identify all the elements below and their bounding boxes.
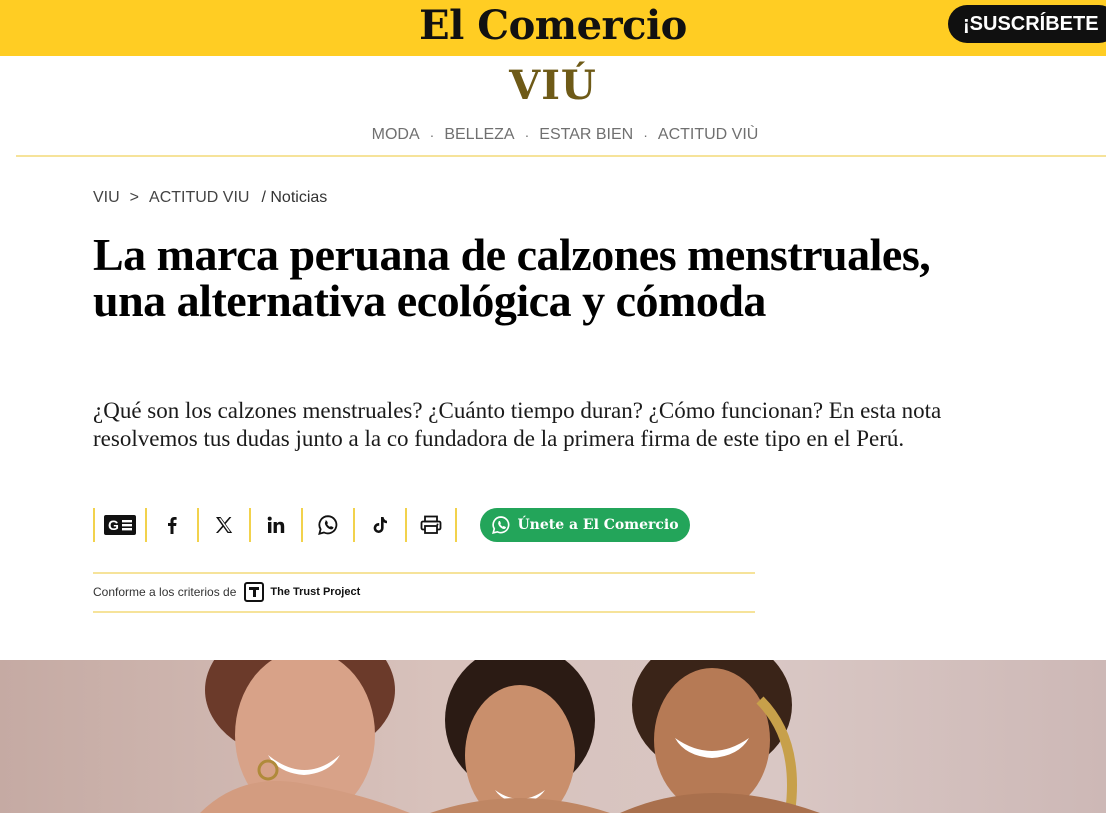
section-nav-belleza[interactable]: BELLEZA [440,126,518,144]
google-news-icon: G [104,515,136,535]
join-label: Únete a El Comercio [517,517,679,533]
x-share-button[interactable] [197,508,249,542]
trust-prefix: Conforme a los criterios de [93,585,237,599]
share-bar: G [93,508,457,542]
nav-separator: · [524,127,530,143]
google-news-button[interactable]: G [93,508,145,542]
trust-divider-bottom [93,611,755,613]
article-summary: ¿Qué son los calzones menstruales? ¿Cuán… [93,398,942,451]
linkedin-share-button[interactable] [249,508,301,542]
print-button[interactable] [405,508,457,542]
trust-project-icon [244,582,265,602]
section-divider [16,155,1106,157]
breadcrumb: VIU > ACTITUD VIU / Noticias [93,189,327,207]
article-headline: La marca peruana de calzones menstruales… [93,229,931,326]
svg-text:G: G [108,517,119,533]
trust-divider-top [93,572,755,574]
nav-separator: · [429,127,435,143]
tiktok-icon [373,517,387,533]
breadcrumb-actitud-viu[interactable]: ACTITUD VIU [149,189,249,207]
whatsapp-icon [318,515,338,535]
hero-photo-placeholder [200,660,820,813]
subscribe-button[interactable]: ¡SUSCRÍBETE [948,5,1106,43]
join-whatsapp-button[interactable]: Únete a El Comercio [480,508,690,542]
tiktok-share-button[interactable] [353,508,405,542]
section-nav-moda[interactable]: MODA [368,126,424,144]
linkedin-icon [267,516,285,533]
section-nav-actitud-viu[interactable]: ACTITUD VIÙ [654,126,762,144]
trust-project-bar[interactable]: Conforme a los criterios de The Trust Pr… [93,580,360,604]
breadcrumb-viu[interactable]: VIU [93,189,120,207]
section-logo[interactable]: VIÚ [0,62,1106,109]
brand-logo[interactable]: El Comercio [0,0,1106,56]
whatsapp-icon [492,516,510,535]
section-nav-estar-bien[interactable]: ESTAR BIEN [535,126,637,144]
article-hero-image [0,660,1106,813]
whatsapp-share-button[interactable] [301,508,353,542]
breadcrumb-separator: > [129,189,140,206]
trust-project-name: The Trust Project [270,586,361,598]
facebook-share-button[interactable] [145,508,197,542]
section-nav: MODA · BELLEZA · ESTAR BIEN · ACTITUD VI… [0,126,1106,144]
nav-separator: · [643,127,648,143]
print-icon [420,515,442,534]
breadcrumb-current: / Noticias [261,189,328,206]
x-icon [216,517,233,533]
top-header-bar: El Comercio ¡SUSCRÍBETE [0,0,1106,56]
facebook-icon [168,517,177,534]
